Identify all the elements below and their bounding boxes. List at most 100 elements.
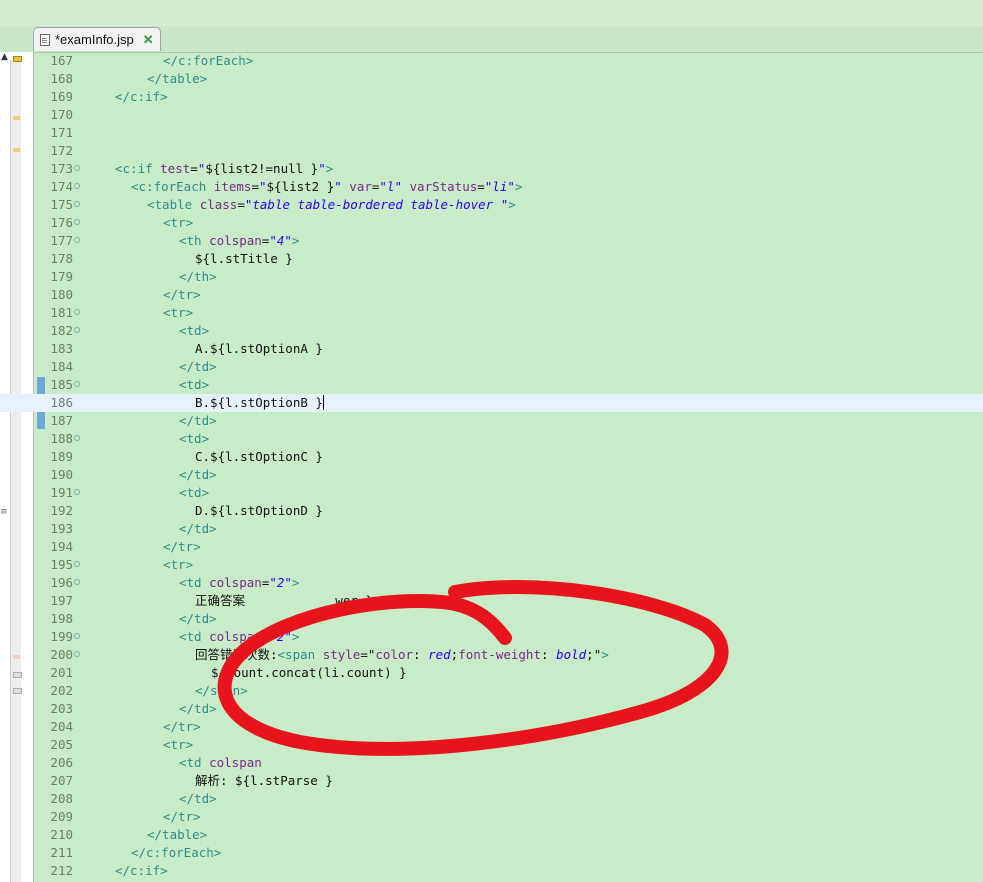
code-line[interactable]: 185 <td> <box>0 376 983 394</box>
code-token: <td> <box>179 377 210 392</box>
code-line[interactable]: 174 <c:forEach items="${list2 }" var="l" … <box>0 178 983 196</box>
code-text: </td> <box>83 520 217 538</box>
tab-examinfo-jsp[interactable]: *examInfo.jsp ✕ <box>33 27 161 51</box>
code-line[interactable]: 189 C.${l.stOptionC } <box>0 448 983 466</box>
line-number: 189 <box>50 449 73 464</box>
code-line[interactable]: 183 A.${l.stOptionA } <box>0 340 983 358</box>
code-text: <td> <box>83 376 209 394</box>
line-number: 203 <box>50 701 73 716</box>
code-text: <td colspan <box>83 754 262 772</box>
code-token: <td> <box>179 431 210 446</box>
fold-toggle-icon[interactable] <box>74 327 80 333</box>
code-line[interactable]: 181 <tr> <box>0 304 983 322</box>
code-line[interactable]: 199 <td colspan="2"> <box>0 628 983 646</box>
close-tab-icon[interactable]: ✕ <box>143 32 154 48</box>
code-token: class <box>199 197 238 212</box>
code-line[interactable]: 180 </tr> <box>0 286 983 304</box>
code-text: </td> <box>83 700 217 718</box>
code-line[interactable]: 168 </table> <box>0 70 983 88</box>
line-number: 190 <box>50 467 73 482</box>
code-line[interactable]: 209 </tr> <box>0 808 983 826</box>
code-line[interactable]: 205 <tr> <box>0 736 983 754</box>
code-text: <tr> <box>83 214 193 232</box>
code-line[interactable]: 202 </span> <box>0 682 983 700</box>
code-token: <th <box>179 233 210 248</box>
code-text: 正确答案 wer } <box>83 592 373 610</box>
fold-toggle-icon[interactable] <box>74 489 80 495</box>
line-number: 193 <box>50 521 73 536</box>
code-line[interactable]: 177 <th colspan="4"> <box>0 232 983 250</box>
code-line[interactable]: 179 </th> <box>0 268 983 286</box>
code-line[interactable]: 167 </c:forEach> <box>0 52 983 70</box>
code-line[interactable]: 172 <box>0 142 983 160</box>
code-token: </table> <box>147 827 208 842</box>
code-token: > <box>601 647 609 662</box>
code-line[interactable]: 208 </td> <box>0 790 983 808</box>
code-token: = <box>477 179 485 194</box>
code-text: </td> <box>83 412 217 430</box>
code-line[interactable]: 207 解析: ${l.stParse } <box>0 772 983 790</box>
code-line[interactable]: 195 <tr> <box>0 556 983 574</box>
code-token: red <box>428 647 451 662</box>
code-line[interactable]: 191 <td> <box>0 484 983 502</box>
code-line[interactable]: 170 <box>0 106 983 124</box>
code-token: "4" <box>269 233 292 248</box>
code-line[interactable]: 201 ${count.concat(li.count) } <box>0 664 983 682</box>
code-line[interactable]: 190 </td> <box>0 466 983 484</box>
code-line[interactable]: 212 </c:if> <box>0 862 983 880</box>
fold-toggle-icon[interactable] <box>74 561 80 567</box>
code-line[interactable]: 186 B.${l.stOptionB }​ <box>0 394 983 412</box>
code-line[interactable]: 171 <box>0 124 983 142</box>
code-token: <c:if <box>115 161 161 176</box>
line-number: 185 <box>50 377 73 392</box>
code-line[interactable]: 206 <td colspan <box>0 754 983 772</box>
code-line[interactable]: 194 </tr> <box>0 538 983 556</box>
fold-toggle-icon[interactable] <box>74 237 80 243</box>
fold-toggle-icon[interactable] <box>74 579 80 585</box>
line-number: 198 <box>50 611 73 626</box>
code-line[interactable]: 211 </c:forEach> <box>0 844 983 862</box>
code-line[interactable]: 204 </tr> <box>0 718 983 736</box>
code-line[interactable]: 176 <tr> <box>0 214 983 232</box>
code-line[interactable]: 188 <td> <box>0 430 983 448</box>
line-number: 183 <box>50 341 73 356</box>
fold-toggle-icon[interactable] <box>74 435 80 441</box>
fold-toggle-icon[interactable] <box>74 183 80 189</box>
fold-toggle-icon[interactable] <box>74 651 80 657</box>
code-line[interactable]: 198 </td> <box>0 610 983 628</box>
code-line[interactable]: 182 <td> <box>0 322 983 340</box>
code-token: 正确答案 wer } <box>195 593 373 608</box>
line-number: 197 <box>50 593 73 608</box>
code-line[interactable]: 169 </c:if> <box>0 88 983 106</box>
code-token: > <box>325 161 334 176</box>
code-token: <c:forEach <box>131 179 214 194</box>
code-line[interactable]: 196 <td colspan="2"> <box>0 574 983 592</box>
code-token: </td> <box>179 521 217 536</box>
code-line[interactable]: 197 正确答案 wer } <box>0 592 983 610</box>
code-token: </table> <box>147 71 208 86</box>
fold-toggle-icon[interactable] <box>74 165 80 171</box>
code-line[interactable]: 192 D.${l.stOptionD } <box>0 502 983 520</box>
code-line[interactable]: 187 </td> <box>0 412 983 430</box>
code-line[interactable]: 184 </td> <box>0 358 983 376</box>
code-text: <table class="table table-bordered table… <box>83 196 516 214</box>
code-line[interactable]: 203 </td> <box>0 700 983 718</box>
code-line[interactable]: 200 回答错误次数:<span style="color: red;font-w… <box>0 646 983 664</box>
line-number: 177 <box>50 233 73 248</box>
fold-toggle-icon[interactable] <box>74 633 80 639</box>
code-text: <td> <box>83 322 209 340</box>
code-line[interactable]: 193 </td> <box>0 520 983 538</box>
code-text: <th colspan="4"> <box>83 232 299 250</box>
code-line[interactable]: 210 </table> <box>0 826 983 844</box>
fold-toggle-icon[interactable] <box>74 309 80 315</box>
fold-toggle-icon[interactable] <box>74 219 80 225</box>
code-line[interactable]: 175 <table class="table table-bordered ta… <box>0 196 983 214</box>
code-line[interactable]: 178 ${l.stTitle } <box>0 250 983 268</box>
line-number: 211 <box>50 845 73 860</box>
code-editor[interactable]: 167 </c:forEach> 168 </table> 169 </c:if> 170 1… <box>0 52 983 880</box>
fold-toggle-icon[interactable] <box>74 201 80 207</box>
code-token: <td <box>179 755 210 770</box>
code-line[interactable]: 173 <c:if test="${list2!=null }"> <box>0 160 983 178</box>
fold-toggle-icon[interactable] <box>74 381 80 387</box>
